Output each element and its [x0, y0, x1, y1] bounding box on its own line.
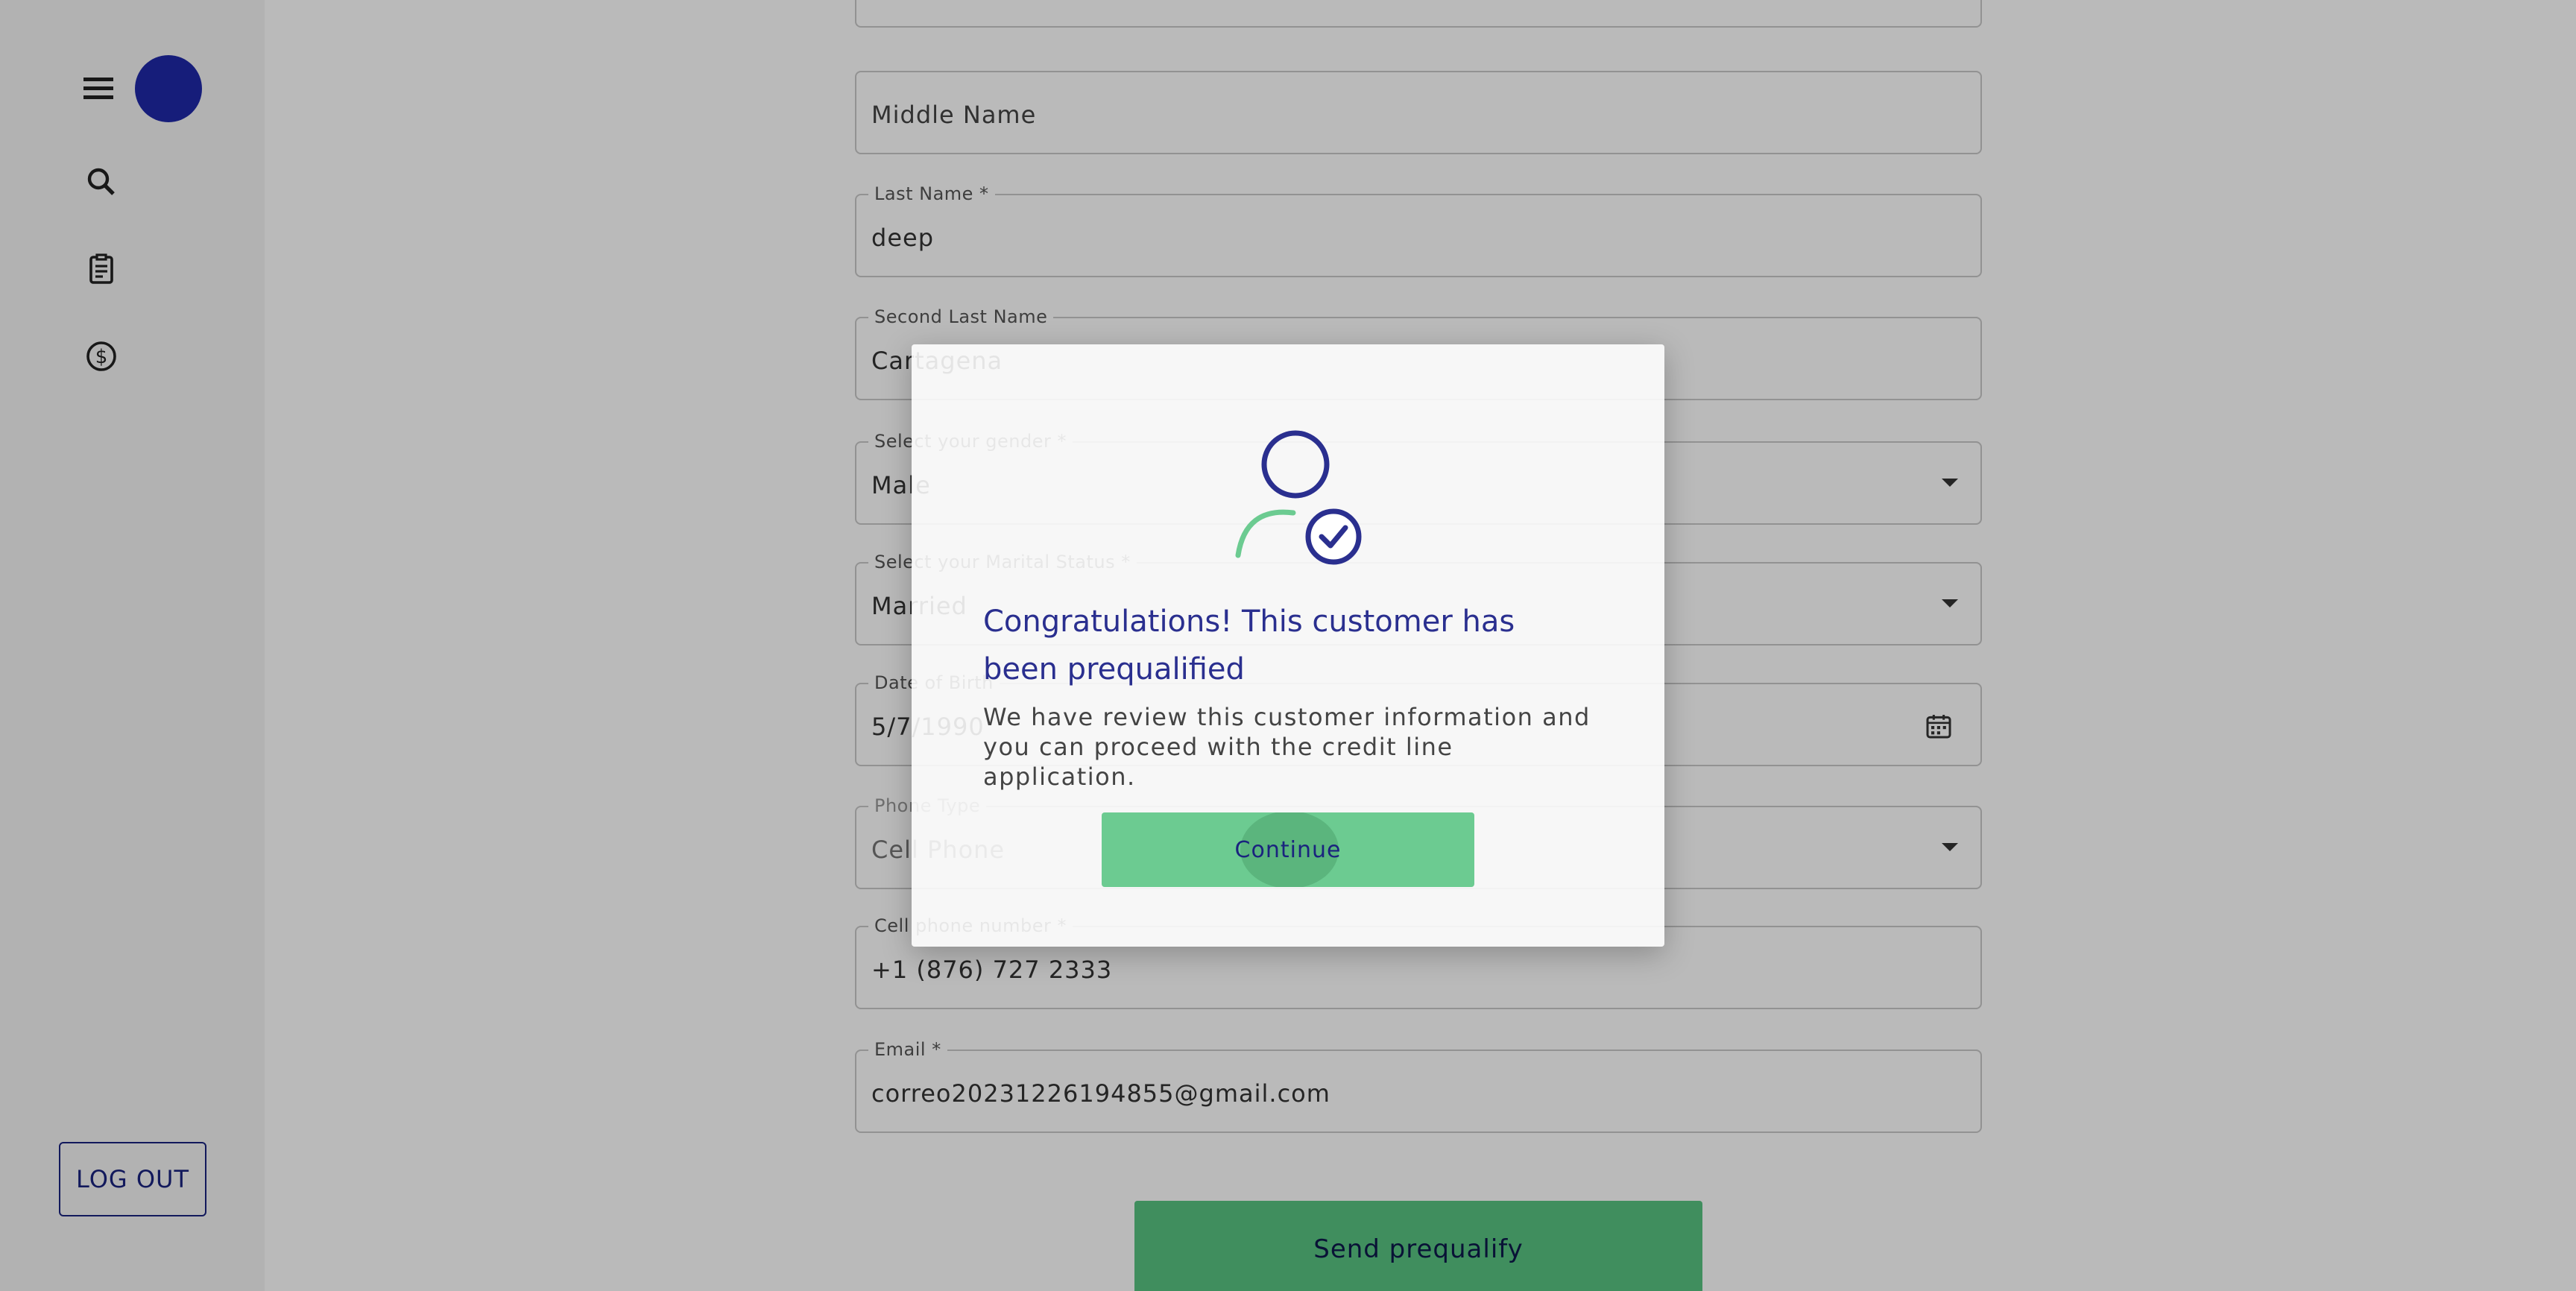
continue-label: Continue — [1234, 836, 1342, 863]
prequalified-dialog: Congratulations! This customer has been … — [912, 344, 1664, 947]
user-check-icon — [1225, 425, 1374, 574]
continue-button[interactable]: Continue — [1102, 812, 1474, 887]
dialog-title: Congratulations! This customer has been … — [983, 605, 1515, 686]
dialog-message: We have review this customer information… — [983, 703, 1591, 791]
